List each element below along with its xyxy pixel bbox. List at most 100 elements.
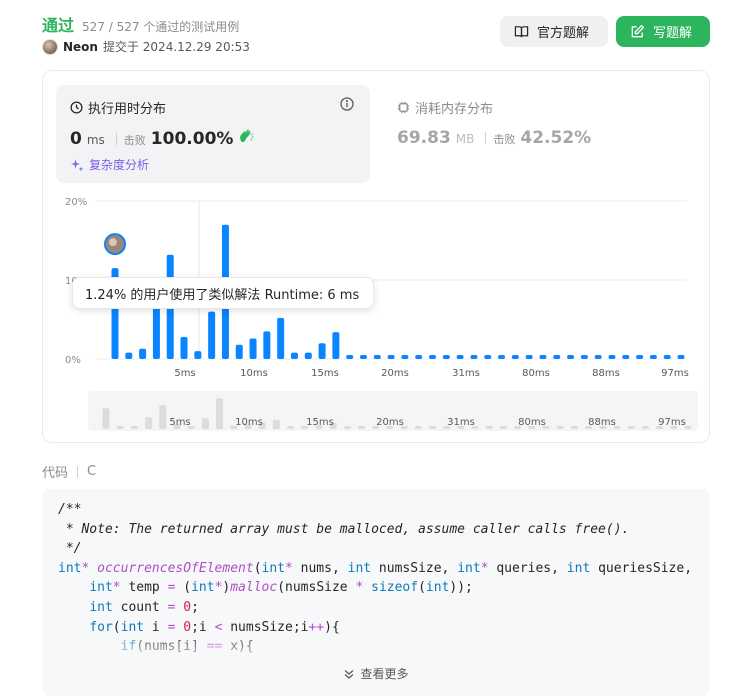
chart-bar — [359, 355, 367, 359]
runtime-stats: 0 ms 击败 100.00% — [70, 128, 254, 149]
runtime-title-text: 执行用时分布 — [88, 102, 167, 117]
chart-bar — [539, 355, 547, 359]
view-more-label: 查看更多 — [360, 667, 409, 681]
chart-bar — [208, 311, 216, 359]
code-token: temp — [120, 580, 168, 596]
minimap-bar — [116, 426, 124, 429]
minimap-bar — [130, 426, 138, 429]
code-token: ( — [418, 580, 426, 596]
y-tick-label: 20% — [65, 197, 87, 208]
clap-icon — [240, 129, 254, 142]
info-icon[interactable] — [340, 97, 354, 111]
code-token: int — [191, 580, 215, 596]
divider — [77, 465, 79, 478]
divider — [115, 132, 117, 145]
code-token: 0 — [183, 599, 192, 615]
avatar-highlight — [109, 238, 117, 247]
code-line: int count = 0; — [58, 598, 692, 618]
minimap-bar — [343, 426, 351, 429]
username[interactable]: Neon — [63, 40, 98, 54]
chart-bar — [152, 307, 160, 359]
memory-title: 消耗内存分布 — [397, 98, 493, 117]
code-token: numsSize, — [371, 560, 458, 576]
minimap-bar — [358, 426, 366, 429]
chart-tooltip: 1.24% 的用户使用了类似解法 Runtime: 6 ms — [72, 277, 374, 309]
chart-bar — [290, 352, 298, 359]
minimap-tick-label: 15ms — [306, 417, 334, 428]
chart-bar — [456, 355, 464, 359]
minimap-tick-label: 10ms — [235, 417, 263, 428]
minimap-bar — [641, 426, 649, 429]
clock-icon — [70, 101, 83, 114]
minimap-bar — [499, 426, 507, 429]
chevron-double-down-icon — [345, 669, 354, 679]
minimap-bar — [216, 398, 224, 429]
runtime-value: 0 — [70, 129, 82, 149]
runtime-panel[interactable]: 执行用时分布 0 ms 击败 100.00% 复杂度分析 — [56, 85, 370, 183]
memory-unit: MB — [455, 132, 475, 146]
chart-bar — [373, 355, 381, 359]
minimap-tick-label: 20ms — [376, 417, 404, 428]
minimap-bar — [414, 426, 422, 429]
chart-bar — [332, 332, 340, 359]
code-token: ( — [253, 560, 262, 576]
x-tick-label: 80ms — [522, 368, 550, 379]
code-token: int — [89, 580, 113, 596]
view-more-button[interactable]: 查看更多 — [42, 665, 710, 682]
minimap-bar — [287, 426, 295, 429]
minimap-bar — [485, 426, 493, 429]
chart-bar — [346, 355, 354, 359]
chart-bar — [180, 336, 188, 359]
chart-range-slider[interactable]: 5ms 10ms 15ms 20ms 31ms 80ms 88ms 97ms — [88, 391, 698, 431]
x-tick-label: 15ms — [311, 368, 339, 379]
chart-bar — [498, 355, 506, 359]
chart-bar — [649, 355, 657, 359]
code-token: * — [112, 580, 121, 596]
complexity-analysis-link[interactable]: 复杂度分析 — [70, 156, 149, 173]
minimap-bar — [627, 426, 635, 429]
code-token: */ — [58, 541, 82, 557]
chart-bar — [194, 351, 202, 359]
chart-bar — [470, 355, 478, 359]
chart-bar — [484, 355, 492, 359]
chart-bar — [249, 338, 257, 359]
code-token: int — [425, 580, 450, 596]
submission-status: 通过 527 / 527 个通过的测试用例 — [42, 12, 239, 36]
write-solution-button[interactable]: 写题解 — [616, 16, 710, 47]
code-block[interactable]: /** * Note: The returned array must be m… — [42, 489, 710, 696]
chart-bar — [139, 348, 147, 359]
runtime-beat-value: 100.00% — [150, 129, 234, 149]
chart-bar — [663, 355, 671, 359]
chart-bar — [429, 355, 437, 359]
code-token: nums, — [292, 560, 348, 576]
minimap-bar — [201, 418, 209, 429]
code-token: * — [285, 560, 293, 576]
beat-label: 击败 — [493, 133, 516, 146]
submitter-info: Neon 提交于 2024.12.29 20:53 — [42, 38, 250, 55]
chart-bar — [387, 355, 395, 359]
chart-bar — [636, 355, 644, 359]
official-solution-button[interactable]: 官方题解 — [500, 16, 608, 47]
x-tick-label: 5ms — [174, 368, 195, 379]
minimap-bar — [272, 419, 280, 429]
avatar[interactable] — [42, 38, 58, 55]
chart-bar — [401, 355, 409, 359]
code-token: /** — [58, 502, 82, 517]
code-token: ( — [175, 580, 192, 596]
minimap-tick-label: 31ms — [447, 417, 475, 428]
performance-card: 执行用时分布 0 ms 击败 100.00% 复杂度分析 消耗内存分布 69.8… — [42, 70, 710, 443]
chart-bar — [277, 317, 285, 359]
minimap-bar — [428, 426, 436, 429]
code-token: count — [112, 599, 168, 615]
code-line: int* occurrencesOfElement(int* nums, int… — [58, 559, 692, 579]
chart-bar — [594, 355, 602, 359]
chart-bar — [511, 355, 519, 359]
edit-icon — [631, 24, 645, 38]
minimap-tick-label: 80ms — [518, 417, 546, 428]
code-token: int — [89, 599, 113, 615]
complexity-link-text: 复杂度分析 — [89, 158, 150, 172]
code-label: 代码 — [42, 466, 69, 481]
x-tick-label: 10ms — [240, 368, 268, 379]
